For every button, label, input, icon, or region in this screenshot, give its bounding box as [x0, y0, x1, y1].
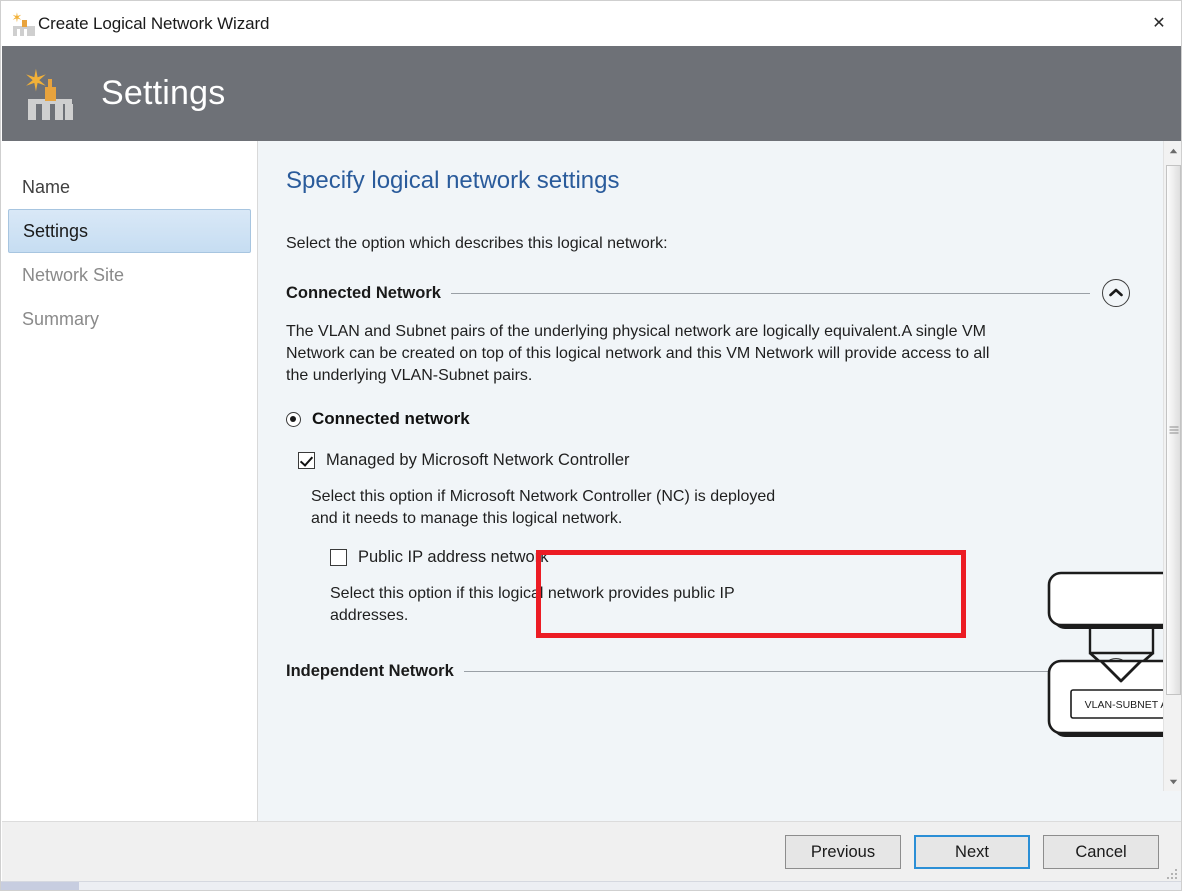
section-divider [463, 671, 1090, 673]
radio-indicator [286, 411, 301, 427]
scroll-up-arrow-icon[interactable] [1164, 141, 1181, 160]
checkbox-public-ip-address-network[interactable]: Public IP address network [330, 548, 1130, 567]
checkbox-public-ip-label: Public IP address network [358, 548, 549, 567]
scrollbar-thumb[interactable] [1166, 165, 1181, 695]
section-header-connected-network: Connected Network [286, 279, 1130, 307]
content-vertical-scrollbar[interactable] [1163, 141, 1181, 791]
section-header-independent-network: Independent Network [286, 657, 1130, 686]
public-ip-help-text: Select this option if this logical netwo… [330, 585, 735, 625]
settings-content-pane: Specify logical network settings Select … [258, 141, 1181, 821]
next-button[interactable]: Next [914, 835, 1030, 869]
resize-grip-icon[interactable] [1163, 865, 1177, 879]
logical-network-icon: ✶ [11, 11, 37, 37]
section-divider [450, 292, 1090, 294]
connected-network-description: The VLAN and Subnet pairs of the underly… [286, 323, 990, 385]
close-icon[interactable]: ✕ [1136, 2, 1181, 46]
page-heading: Settings [101, 74, 226, 112]
cancel-button[interactable]: Cancel [1043, 835, 1159, 869]
wizard-banner: ✶ Settings [2, 46, 1181, 141]
diagram-subnet-a-label: VLAN-SUBNET A [1085, 699, 1168, 711]
wizard-step-sidebar: Name Settings Network Site Summary [2, 141, 258, 821]
create-logical-network-wizard-window: ✶ Create Logical Network Wizard ✕ ✶ Sett… [0, 0, 1182, 891]
checkbox-indicator [330, 549, 347, 567]
wizard-footer: Previous Next Cancel [2, 821, 1181, 883]
page-title: Specify logical network settings [286, 167, 620, 194]
sidebar-item-name[interactable]: Name [8, 165, 251, 209]
host-horizontal-scrollbar[interactable] [1, 881, 1181, 890]
checkbox-indicator [298, 452, 315, 470]
intro-text: Select the option which describes this l… [286, 235, 668, 252]
title-bar: ✶ Create Logical Network Wizard ✕ [2, 2, 1181, 46]
network-topology-diagram: VM Network Logical Network VLAN-SUBN [1045, 569, 1181, 739]
chevron-up-icon[interactable] [1102, 279, 1130, 307]
logical-network-icon: ✶ [22, 66, 76, 121]
sidebar-item-summary[interactable]: Summary [8, 297, 251, 341]
scroll-down-arrow-icon[interactable] [1164, 772, 1181, 791]
scrollbar-thumb[interactable] [1, 882, 79, 890]
section-label-connected-network: Connected Network [286, 283, 441, 302]
radio-connected-network-label: Connected network [312, 409, 470, 429]
window-title: Create Logical Network Wizard [38, 14, 270, 33]
sidebar-item-network-site[interactable]: Network Site [8, 253, 251, 297]
settings-content-inner: Specify logical network settings Select … [258, 141, 1130, 821]
checkbox-managed-by-network-controller[interactable]: Managed by Microsoft Network Controller [298, 451, 1130, 470]
previous-button[interactable]: Previous [785, 835, 901, 869]
sidebar-item-settings[interactable]: Settings [8, 209, 251, 253]
wizard-body: Name Settings Network Site Summary Speci… [2, 141, 1181, 821]
scrollbar-grip-icon [1169, 426, 1178, 434]
checkbox-managed-label: Managed by Microsoft Network Controller [326, 451, 630, 470]
section-label-independent-network: Independent Network [286, 662, 454, 681]
radio-connected-network[interactable]: Connected network [286, 409, 1130, 429]
managed-help-text: Select this option if Microsoft Network … [311, 488, 776, 528]
